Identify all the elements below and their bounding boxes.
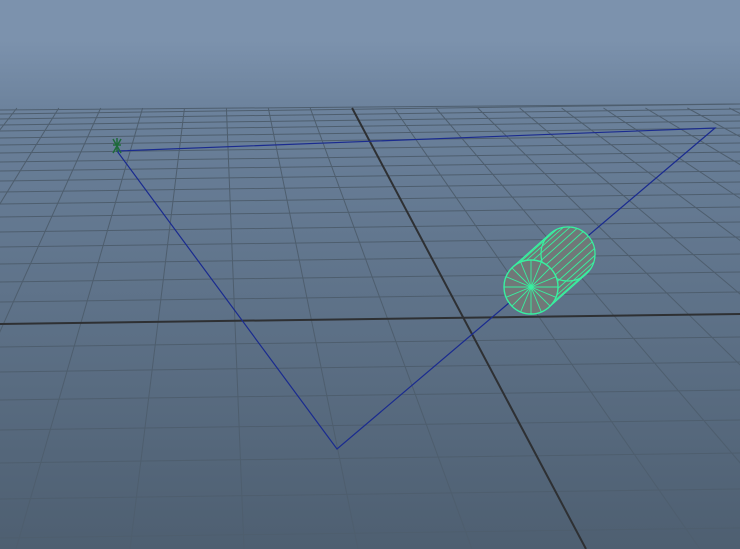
grid-line <box>0 108 740 120</box>
motion-path[interactable] <box>116 127 717 450</box>
grid-line <box>309 107 473 549</box>
grid-line <box>15 107 144 549</box>
grid-line <box>393 107 701 549</box>
grid-axis-line <box>0 313 740 325</box>
grid-line <box>267 107 359 549</box>
grid-line <box>0 181 740 193</box>
viewport-3d[interactable] <box>0 0 740 549</box>
grid-axis-line <box>351 107 587 549</box>
grid-line <box>0 361 740 373</box>
grid-axes <box>0 107 740 549</box>
grid-line <box>0 107 102 333</box>
grid-line <box>687 107 740 138</box>
grid-line <box>0 160 740 172</box>
grid-line <box>561 107 740 241</box>
grid-line <box>0 193 740 205</box>
cylinder-pivot <box>529 285 533 289</box>
ground-grid <box>0 103 740 549</box>
grid-line <box>0 170 740 182</box>
grid-line <box>0 527 740 539</box>
grid-line <box>0 107 18 131</box>
grid-line <box>0 452 740 464</box>
grid-line <box>0 114 740 126</box>
grid-line <box>225 107 245 549</box>
grid-line <box>0 271 740 283</box>
grid-line <box>0 291 740 303</box>
grid-line <box>0 221 740 233</box>
locator-icon[interactable] <box>112 138 122 154</box>
grid-line <box>728 107 740 114</box>
grid-line <box>603 107 740 199</box>
grid-line <box>0 336 740 348</box>
grid-line <box>0 151 740 163</box>
grid-line <box>0 142 740 154</box>
grid-line <box>0 389 740 401</box>
grid-line <box>0 206 740 218</box>
grid-line <box>0 236 740 248</box>
grid-line <box>645 107 740 166</box>
grid-line <box>0 488 740 500</box>
grid-line <box>0 107 60 205</box>
scene-canvas[interactable] <box>0 0 740 549</box>
grid-line <box>129 107 185 549</box>
grid-line <box>519 107 740 295</box>
grid-line <box>0 253 740 265</box>
